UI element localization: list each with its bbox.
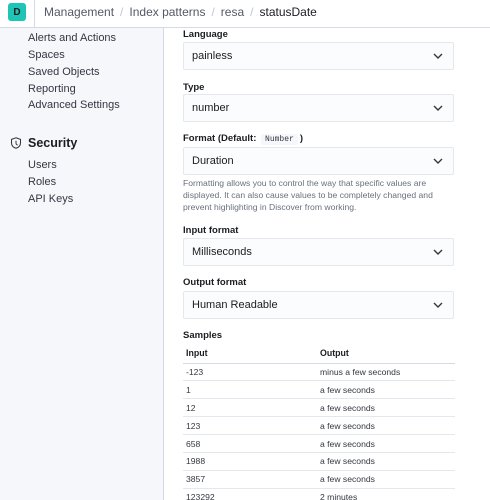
language-label: Language	[183, 29, 228, 40]
breadcrumb-separator: /	[211, 5, 215, 19]
sample-output: a few seconds	[317, 470, 455, 489]
language-select-value: painless	[192, 50, 233, 62]
sidebar-item-api-keys[interactable]: API Keys	[28, 193, 73, 205]
table-row: 123292 2 minutes	[183, 488, 455, 500]
format-label-text: Format (Default:	[183, 133, 257, 144]
type-label: Type	[183, 82, 205, 93]
sample-output: a few seconds	[317, 380, 455, 400]
table-row: 658 a few seconds	[183, 434, 455, 453]
format-label-close: )	[299, 133, 303, 144]
sample-output: a few seconds	[317, 434, 455, 453]
output-format-select-value: Human Readable	[192, 299, 278, 311]
sidebar-nav: Alerts and Actions Spaces Saved Objects …	[0, 28, 164, 500]
samples-title: Samples	[183, 330, 223, 341]
sidebar-section-title: Security	[28, 136, 78, 150]
output-format-label: Output format	[183, 277, 247, 288]
breadcrumb: Management / Index patterns / resa / sta…	[44, 5, 317, 19]
table-row: 1a few seconds	[183, 380, 455, 400]
chevron-down-icon	[433, 249, 443, 255]
format-select-value: Duration	[192, 155, 234, 167]
format-label: Format (Default: Number)	[183, 133, 303, 145]
samples-header-row: Input Output	[183, 344, 455, 364]
sample-input: 658	[183, 434, 317, 453]
sample-output: a few seconds	[317, 398, 455, 418]
sample-input: 3857	[183, 470, 317, 489]
sample-output: minus a few seconds	[317, 363, 455, 382]
table-row: 1988 a few seconds	[183, 452, 455, 471]
input-format-select-value: Milliseconds	[192, 246, 252, 258]
sample-input: -123	[183, 363, 317, 382]
breadcrumb-separator: /	[120, 5, 124, 19]
sample-output: a few seconds	[317, 452, 455, 471]
language-select[interactable]: painless	[183, 42, 454, 70]
type-select-value: number	[192, 102, 230, 114]
sample-input: 123	[183, 416, 317, 436]
breadcrumb-resa[interactable]: resa	[221, 5, 244, 19]
avatar[interactable]: D	[8, 3, 26, 21]
sidebar-item-saved-objects[interactable]: Saved Objects	[28, 66, 100, 78]
sidebar-item-reporting[interactable]: Reporting	[28, 83, 76, 95]
column-header-output: Output	[317, 344, 455, 364]
field-editor-form: Language painless Type number Format (De…	[165, 28, 490, 500]
breadcrumb-separator: /	[250, 5, 254, 19]
format-help-text: Formatting allows you to control the way…	[183, 178, 433, 212]
input-format-select[interactable]: Milliseconds	[183, 238, 454, 266]
sidebar-section-security: Security	[10, 136, 77, 150]
chevron-down-icon	[433, 302, 443, 308]
sidebar-item-spaces[interactable]: Spaces	[28, 49, 65, 61]
format-default-code: Number	[261, 134, 298, 145]
breadcrumb-management[interactable]: Management	[44, 5, 114, 19]
chevron-down-icon	[433, 105, 443, 111]
sample-input: 123292	[183, 488, 317, 500]
chevron-down-icon	[433, 158, 443, 164]
top-header-bar: D Management / Index patterns / resa / s…	[0, 0, 490, 28]
table-row: 123 a few seconds	[183, 416, 455, 436]
chevron-down-icon	[433, 53, 443, 59]
table-row: 12 a few seconds	[183, 398, 455, 418]
input-format-label: Input format	[183, 225, 239, 236]
type-select[interactable]: number	[183, 94, 454, 122]
header-divider	[34, 0, 35, 28]
format-select[interactable]: Duration	[183, 147, 454, 175]
breadcrumb-current: statusDate	[259, 5, 317, 19]
sample-input: 1988	[183, 452, 317, 471]
samples-table: Input Output -123 minus a few seconds 1a …	[183, 344, 455, 500]
breadcrumb-index-patterns[interactable]: Index patterns	[129, 5, 205, 19]
sidebar-item-users[interactable]: Users	[28, 159, 57, 171]
sample-input: 12	[183, 398, 317, 418]
column-header-input: Input	[183, 344, 317, 364]
sidebar-item-alerts-and-actions[interactable]: Alerts and Actions	[28, 32, 116, 44]
sample-output: 2 minutes	[317, 488, 455, 500]
sidebar-item-roles[interactable]: Roles	[28, 176, 56, 188]
output-format-select[interactable]: Human Readable	[183, 291, 454, 319]
table-row: 3857 a few seconds	[183, 470, 455, 489]
table-row: -123 minus a few seconds	[183, 363, 455, 382]
sample-input: 1	[183, 380, 317, 400]
sample-output: a few seconds	[317, 416, 455, 436]
shield-icon	[10, 137, 22, 149]
sidebar-item-advanced-settings[interactable]: Advanced Settings	[28, 99, 120, 111]
